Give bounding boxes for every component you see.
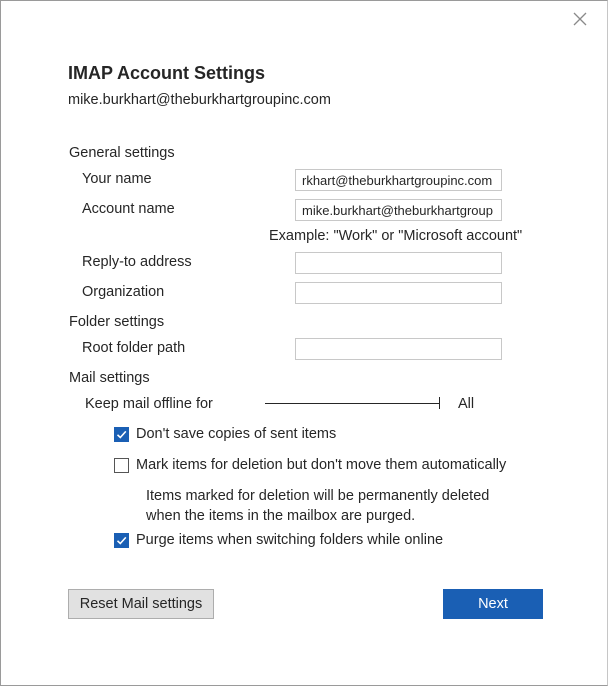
dont-save-sent-checkbox[interactable] bbox=[114, 427, 129, 442]
mark-deletion-label[interactable]: Mark items for deletion but don't move t… bbox=[136, 457, 506, 473]
offline-slider-thumb[interactable] bbox=[439, 397, 440, 409]
your-name-label: Your name bbox=[82, 171, 152, 187]
offline-label: Keep mail offline for bbox=[85, 396, 213, 412]
general-settings-heading: General settings bbox=[69, 145, 175, 161]
account-name-input[interactable] bbox=[295, 199, 502, 221]
organization-label: Organization bbox=[82, 284, 165, 300]
account-name-example: Example: "Work" or "Microsoft account" bbox=[269, 228, 523, 244]
mail-settings-heading: Mail settings bbox=[69, 370, 150, 386]
imap-settings-dialog: IMAP Account Settings mike.burkhart@theb… bbox=[0, 0, 608, 686]
offline-slider-track[interactable] bbox=[265, 403, 440, 404]
purge-checkbox[interactable] bbox=[114, 533, 129, 548]
your-name-input[interactable] bbox=[295, 169, 502, 191]
root-folder-input[interactable] bbox=[295, 338, 502, 360]
reply-to-input[interactable] bbox=[295, 252, 502, 274]
root-folder-label: Root folder path bbox=[82, 340, 186, 356]
dialog-title: IMAP Account Settings bbox=[68, 63, 266, 83]
checkmark-icon bbox=[116, 430, 127, 439]
offline-value: All bbox=[458, 396, 475, 412]
next-button[interactable]: Next bbox=[443, 589, 543, 619]
purge-label[interactable]: Purge items when switching folders while… bbox=[136, 532, 443, 548]
mark-deletion-checkbox[interactable] bbox=[114, 458, 129, 473]
folder-settings-heading: Folder settings bbox=[69, 314, 165, 330]
dont-save-sent-label[interactable]: Don't save copies of sent items bbox=[136, 426, 336, 442]
reply-to-label: Reply-to address bbox=[82, 254, 192, 270]
account-name-label: Account name bbox=[82, 201, 175, 217]
mark-deletion-note: Items marked for deletion will be perman… bbox=[146, 488, 490, 524]
account-email: mike.burkhart@theburkhartgroupinc.com bbox=[68, 92, 331, 108]
reset-mail-settings-button[interactable]: Reset Mail settings bbox=[68, 589, 214, 619]
checkmark-icon bbox=[116, 536, 127, 545]
close-icon[interactable] bbox=[570, 9, 590, 29]
organization-input[interactable] bbox=[295, 282, 502, 304]
